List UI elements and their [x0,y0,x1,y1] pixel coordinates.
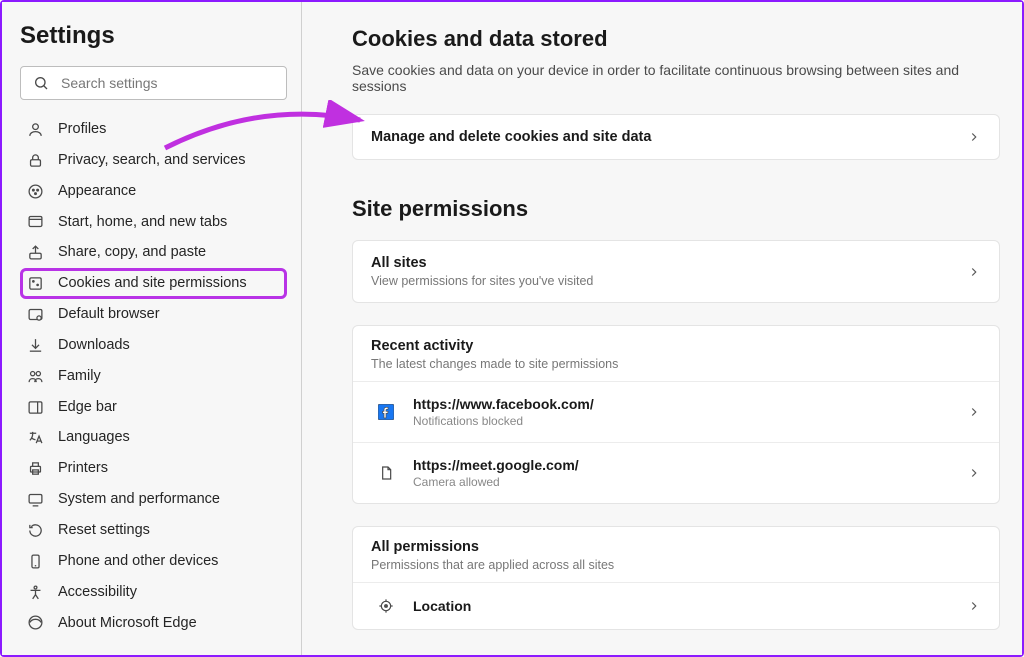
lock-icon [26,151,44,169]
cookie-icon [26,275,44,293]
recent-item-status: Notifications blocked [413,414,594,428]
all-sites-desc: View permissions for sites you've visite… [371,274,593,288]
facebook-icon [377,403,395,421]
chevron-right-icon [967,599,981,613]
search-input[interactable] [61,75,274,91]
profile-icon [26,120,44,138]
sidebar-item-label: Family [58,367,101,386]
appearance-icon [26,182,44,200]
search-icon [33,75,49,91]
cookies-section-subtitle: Save cookies and data on your device in … [352,62,1000,94]
chevron-right-icon [967,405,981,419]
sidebar-item-share[interactable]: Share, copy, and paste [20,237,287,268]
sidebar-item-label: Profiles [58,120,106,139]
permission-location-row[interactable]: Location [353,583,999,629]
chevron-right-icon [967,130,981,144]
system-icon [26,491,44,509]
browser-icon [26,305,44,323]
sidebar-item-reset[interactable]: Reset settings [20,515,287,546]
sidebar-item-label: Cookies and site permissions [58,274,247,293]
sidebar-item-label: Phone and other devices [58,552,218,571]
languages-icon [26,429,44,447]
sidebar-item-about[interactable]: About Microsoft Edge [20,608,287,639]
sidebar-item-label: Edge bar [58,398,117,417]
chevron-right-icon [967,265,981,279]
sidebar-item-label: Downloads [58,336,130,355]
sidebar-item-start[interactable]: Start, home, and new tabs [20,207,287,238]
sidebar-item-label: Share, copy, and paste [58,243,206,262]
cookies-section-title: Cookies and data stored [352,26,1000,52]
sidebar-item-downloads[interactable]: Downloads [20,330,287,361]
recent-item-status: Camera allowed [413,475,579,489]
recent-item-url: https://meet.google.com/ [413,457,579,473]
printer-icon [26,460,44,478]
page-title: Settings [20,22,287,50]
phone-icon [26,552,44,570]
sidebar-item-printers[interactable]: Printers [20,453,287,484]
search-settings-box[interactable] [20,66,287,100]
sidebar-item-phone[interactable]: Phone and other devices [20,546,287,577]
sidebar-item-accessibility[interactable]: Accessibility [20,577,287,608]
tab-icon [26,213,44,231]
sidebar-item-edge-bar[interactable]: Edge bar [20,392,287,423]
recent-activity-card: Recent activity The latest changes made … [352,325,1000,504]
location-icon [377,597,395,615]
file-icon [377,464,395,482]
sidebar-item-label: Default browser [58,305,160,324]
sidebar-item-label: About Microsoft Edge [58,614,197,633]
all-permissions-title: All permissions [371,539,981,555]
sidebar-item-languages[interactable]: Languages [20,422,287,453]
manage-cookies-card: Manage and delete cookies and site data [352,114,1000,160]
recent-activity-header: Recent activity The latest changes made … [353,326,999,382]
sidebar-item-label: Printers [58,459,108,478]
sidebar-item-appearance[interactable]: Appearance [20,176,287,207]
sidebar-item-label: Start, home, and new tabs [58,213,227,232]
sidebar-item-label: Reset settings [58,521,150,540]
sidebar-item-label: Appearance [58,182,136,201]
share-icon [26,244,44,262]
sidebar-item-label: System and performance [58,490,220,509]
site-permissions-title: Site permissions [352,196,1000,222]
sidebar-item-label: Privacy, search, and services [58,151,246,170]
all-permissions-header: All permissions Permissions that are app… [353,527,999,583]
recent-activity-desc: The latest changes made to site permissi… [371,357,981,371]
sidebar-item-label: Languages [58,428,130,447]
reset-icon [26,521,44,539]
all-sites-label: All sites [371,255,593,271]
sidebar-item-default-browser[interactable]: Default browser [20,299,287,330]
family-icon [26,367,44,385]
manage-cookies-label: Manage and delete cookies and site data [371,129,651,145]
sidebar-item-label: Accessibility [58,583,137,602]
sidebar-item-privacy[interactable]: Privacy, search, and services [20,145,287,176]
download-icon [26,336,44,354]
permission-location-label: Location [413,598,471,614]
edge-bar-icon [26,398,44,416]
all-sites-card: All sites View permissions for sites you… [352,240,1000,303]
all-permissions-card: All permissions Permissions that are app… [352,526,1000,630]
recent-item-url: https://www.facebook.com/ [413,396,594,412]
sidebar-item-system[interactable]: System and performance [20,484,287,515]
settings-sidebar: Settings Profiles Privacy, search, and s… [2,2,302,655]
main-content: Cookies and data stored Save cookies and… [302,2,1022,655]
all-sites-row[interactable]: All sites View permissions for sites you… [353,241,999,302]
recent-item-facebook[interactable]: https://www.facebook.com/ Notifications … [353,382,999,443]
sidebar-item-profiles[interactable]: Profiles [20,114,287,145]
all-permissions-desc: Permissions that are applied across all … [371,558,981,572]
recent-activity-title: Recent activity [371,338,981,354]
accessibility-icon [26,583,44,601]
chevron-right-icon [967,466,981,480]
sidebar-item-cookies[interactable]: Cookies and site permissions [20,268,287,299]
settings-nav: Profiles Privacy, search, and services A… [20,114,287,638]
sidebar-item-family[interactable]: Family [20,361,287,392]
recent-item-meet[interactable]: https://meet.google.com/ Camera allowed [353,443,999,503]
manage-cookies-row[interactable]: Manage and delete cookies and site data [353,115,999,159]
edge-logo-icon [26,614,44,632]
